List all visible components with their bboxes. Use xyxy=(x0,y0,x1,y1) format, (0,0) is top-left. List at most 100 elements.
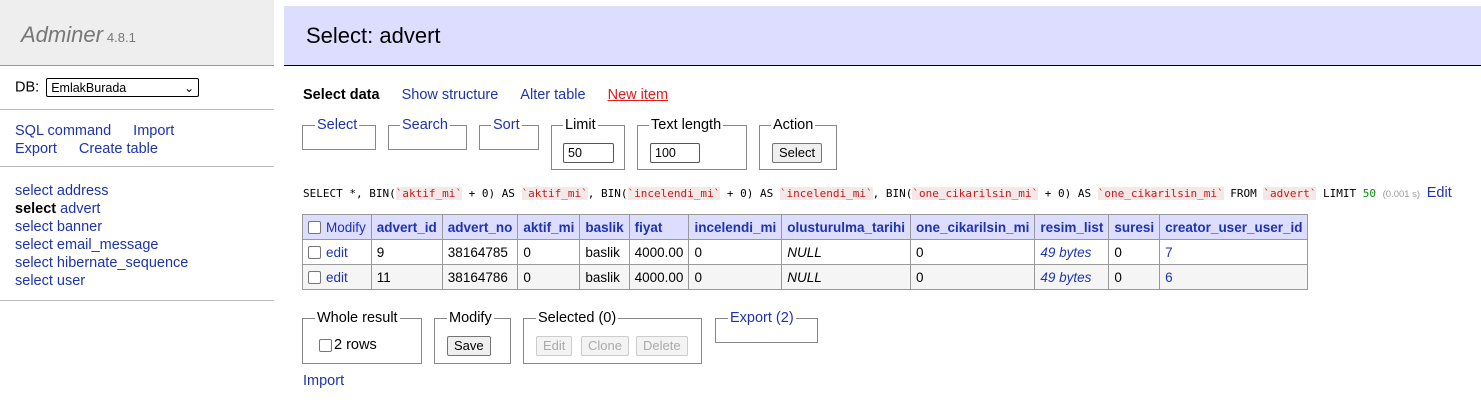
row-checkbox[interactable] xyxy=(308,246,321,260)
cell: 4000.00 xyxy=(628,264,690,290)
sql-identifier: `incelendi_mi` xyxy=(779,187,873,200)
logo-bar: Adminer 4.8.1 xyxy=(0,0,274,66)
whole-result-label: Whole result xyxy=(315,309,400,327)
cell: baslik xyxy=(579,264,630,290)
tab-new-item[interactable]: New item xyxy=(608,87,668,103)
export-toggle[interactable]: Export (2) xyxy=(728,309,796,327)
row-edit-link[interactable]: edit xyxy=(326,270,348,285)
import-toggle[interactable]: Import xyxy=(303,373,344,389)
text-length-input[interactable] xyxy=(650,143,700,163)
db-select[interactable]: EmlakBurada ⌄ xyxy=(46,78,200,97)
sidebar-divider xyxy=(0,109,274,110)
cell-foreign-key-link[interactable]: 7 xyxy=(1159,239,1309,265)
all-rows-checkbox[interactable] xyxy=(319,338,332,352)
table-structure-link[interactable]: email_message xyxy=(57,237,159,253)
edit-selected-button[interactable]: Edit xyxy=(536,336,573,356)
page-header: Select: advert xyxy=(284,6,1481,66)
sidebar: Adminer 4.8.1 DB: EmlakBurada ⌄ SQL comma… xyxy=(0,0,274,400)
table-structure-link[interactable]: banner xyxy=(57,219,102,235)
create-table-link[interactable]: Create table xyxy=(79,141,158,157)
cell: 0 xyxy=(1108,239,1161,265)
row-select-cell: edit xyxy=(302,239,372,265)
row-checkbox[interactable] xyxy=(308,271,321,285)
limit-input[interactable] xyxy=(563,143,614,163)
select-table-link[interactable]: select xyxy=(15,255,53,271)
table-header-row: Modify advert_id advert_no aktif_mi basl… xyxy=(302,214,1309,240)
all-rows-label: 2 rows xyxy=(334,337,377,353)
modify-header: Modify xyxy=(302,214,372,240)
sidebar-divider xyxy=(0,300,274,301)
table-tabs: Select data Show structure Alter table New … xyxy=(303,87,690,103)
select-table-link[interactable]: select xyxy=(15,219,53,235)
select-columns-toggle[interactable]: Select xyxy=(315,116,360,134)
edit-sql-link[interactable]: Edit xyxy=(1427,185,1452,201)
app-version: 4.8.1 xyxy=(106,30,136,45)
table-structure-link[interactable]: address xyxy=(57,183,109,199)
clone-selected-button[interactable]: Clone xyxy=(581,336,629,356)
column-header[interactable]: fiyat xyxy=(628,214,690,240)
select-submit-button[interactable]: Select xyxy=(772,143,823,163)
column-header[interactable]: creator_user_user_id xyxy=(1159,214,1309,240)
search-toggle[interactable]: Search xyxy=(400,116,450,134)
sort-toggle[interactable]: Sort xyxy=(491,116,522,134)
data-table: Modify advert_id advert_no aktif_mi basl… xyxy=(302,214,1309,290)
table-structure-link[interactable]: hibernate_sequence xyxy=(57,255,188,271)
cell: 0 xyxy=(688,264,783,290)
table-row: edit 9 38164785 0 baslik 4000.00 0 NULL … xyxy=(302,239,1309,265)
sql-text: + 0) AS xyxy=(720,187,780,200)
export-fieldset: Export (2) xyxy=(715,309,818,343)
select-table-link[interactable]: select xyxy=(15,201,56,217)
save-button[interactable]: Save xyxy=(447,336,491,356)
selected-fieldset: Selected (0) Edit Clone Delete xyxy=(523,309,702,364)
column-header[interactable]: one_cikarilsin_mi xyxy=(910,214,1036,240)
select-all-checkbox[interactable] xyxy=(308,221,321,235)
select-table-link[interactable]: select xyxy=(15,273,53,289)
select-table-link[interactable]: select xyxy=(15,183,53,199)
delete-selected-button[interactable]: Delete xyxy=(636,336,688,356)
query-time: (0.001 s) xyxy=(1382,189,1421,200)
select-table-link[interactable]: select xyxy=(15,237,53,253)
sort-fieldset: Sort xyxy=(479,116,539,150)
cell: 4000.00 xyxy=(628,239,690,265)
cell-null: NULL xyxy=(781,239,912,265)
export-link[interactable]: Export xyxy=(15,141,57,157)
column-header[interactable]: baslik xyxy=(579,214,630,240)
selected-count-label: Selected (0) xyxy=(536,309,619,327)
sql-command-link[interactable]: SQL command xyxy=(15,123,111,139)
row-edit-link[interactable]: edit xyxy=(326,245,348,260)
sidebar-divider xyxy=(0,166,274,167)
tab-select-data: Select data xyxy=(303,87,380,103)
table-structure-link[interactable]: user xyxy=(57,273,85,289)
sql-identifier: `one_cikarilsin_mi` xyxy=(1097,187,1224,200)
sql-text: , BIN( xyxy=(587,187,628,200)
limit-fieldset: Limit xyxy=(551,116,625,170)
cell-null: NULL xyxy=(781,264,912,290)
column-header[interactable]: olusturulma_tarihi xyxy=(781,214,912,240)
tab-show-structure[interactable]: Show structure xyxy=(402,87,499,103)
table-structure-link[interactable]: advert xyxy=(60,201,100,217)
column-header[interactable]: aktif_mi xyxy=(517,214,581,240)
select-fieldset: Select xyxy=(302,116,376,150)
sql-text: , BIN( xyxy=(872,187,913,200)
sql-identifier: `aktif_mi` xyxy=(395,187,462,200)
cell: 0 xyxy=(517,264,581,290)
import-link[interactable]: Import xyxy=(133,123,174,139)
sql-identifier: `advert` xyxy=(1263,187,1317,200)
cell: 0 xyxy=(1108,264,1161,290)
row-select-cell: edit xyxy=(302,264,372,290)
column-header[interactable]: resim_list xyxy=(1034,214,1110,240)
column-header[interactable]: suresi xyxy=(1108,214,1161,240)
column-header[interactable]: advert_id xyxy=(370,214,443,240)
sql-identifier: `one_cikarilsin_mi` xyxy=(912,187,1039,200)
column-header[interactable]: advert_no xyxy=(441,214,519,240)
cell-blob-link[interactable]: 49 bytes xyxy=(1034,239,1110,265)
cell-blob-link[interactable]: 49 bytes xyxy=(1034,264,1110,290)
column-header[interactable]: incelendi_mi xyxy=(688,214,783,240)
cell: 38164785 xyxy=(441,239,519,265)
sql-identifier: `aktif_mi` xyxy=(521,187,588,200)
cell-foreign-key-link[interactable]: 6 xyxy=(1159,264,1309,290)
app-logo[interactable]: Adminer xyxy=(21,22,103,47)
tab-alter-table[interactable]: Alter table xyxy=(520,87,585,103)
page-title: Select: advert xyxy=(306,23,441,48)
db-label: DB: xyxy=(15,79,40,96)
